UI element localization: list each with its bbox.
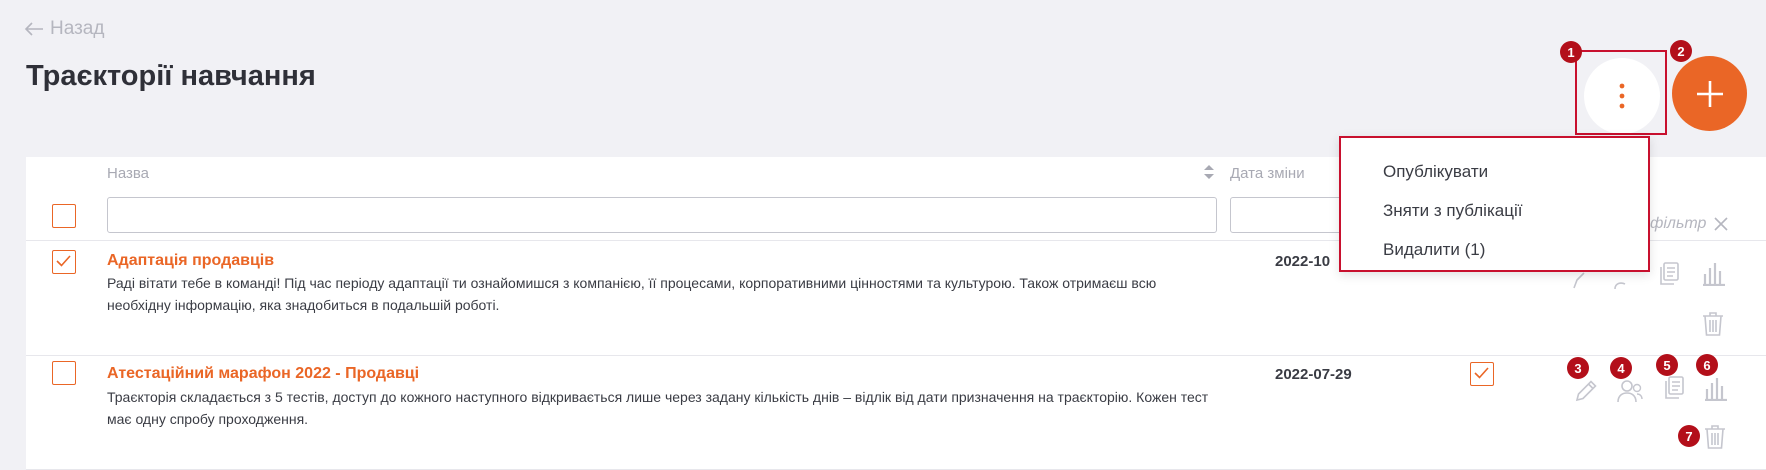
- page-title: Траєкторії навчання: [26, 60, 316, 92]
- row-date: 2022-07-29: [1275, 366, 1352, 383]
- trash-icon[interactable]: [1703, 424, 1727, 450]
- stats-icon[interactable]: [1700, 260, 1726, 286]
- add-trajectory-button[interactable]: [1672, 56, 1747, 131]
- row-description: Раді вітати тебе в команді! Під час пері…: [107, 275, 1157, 313]
- menu-item-unpublish[interactable]: Зняти з публікації: [1383, 201, 1522, 221]
- users-icon[interactable]: [1616, 378, 1644, 404]
- menu-item-publish[interactable]: Опублікувати: [1383, 162, 1488, 182]
- date-filter-input[interactable]: [1230, 197, 1342, 233]
- copy-icon[interactable]: [1662, 375, 1686, 401]
- callout-badge-6: 6: [1696, 354, 1718, 376]
- callout-badge-5: 5: [1656, 354, 1678, 376]
- callout-badge-3: 3: [1567, 357, 1589, 379]
- row-divider: [26, 355, 1766, 356]
- callout-badge-1: 1: [1560, 41, 1582, 63]
- row-checkbox[interactable]: [52, 250, 76, 274]
- callout-badge-7: 7: [1678, 425, 1700, 447]
- edit-icon[interactable]: [1570, 270, 1596, 290]
- stats-icon[interactable]: [1702, 375, 1728, 401]
- row-title[interactable]: Адаптація продавців: [107, 252, 274, 270]
- name-filter-input[interactable]: [107, 197, 1217, 233]
- check-icon: [1474, 367, 1489, 379]
- copy-icon[interactable]: [1657, 261, 1681, 287]
- row-date: 2022-10: [1275, 253, 1331, 270]
- sort-icon[interactable]: [1204, 165, 1214, 179]
- row-checkbox[interactable]: [52, 361, 76, 385]
- plus-icon: [1696, 80, 1723, 107]
- close-icon[interactable]: [1712, 215, 1730, 233]
- back-label: Назад: [50, 18, 105, 39]
- column-header-name: Назва: [107, 165, 150, 182]
- callout-badge-4: 4: [1610, 357, 1632, 379]
- edit-icon[interactable]: [1573, 378, 1599, 404]
- row-title[interactable]: Атестаційний марафон 2022 - Продавці: [107, 365, 419, 383]
- arrow-left-icon: [24, 22, 43, 36]
- check-icon: [56, 255, 71, 267]
- filter-label: фільтр: [1650, 215, 1707, 232]
- back-link[interactable]: Назад: [24, 18, 104, 40]
- trash-icon[interactable]: [1701, 311, 1725, 337]
- users-icon[interactable]: [1612, 272, 1640, 290]
- column-header-date: Дата зміни: [1230, 165, 1305, 182]
- actions-menu: Опублікувати Зняти з публікації Видалити…: [1339, 136, 1650, 272]
- select-all-checkbox[interactable]: [52, 204, 76, 228]
- published-checkbox[interactable]: [1470, 362, 1494, 386]
- more-actions-highlight: [1575, 50, 1667, 135]
- row-description: Траєкторія складається з 5 тестів, досту…: [107, 389, 1209, 427]
- callout-badge-2: 2: [1670, 40, 1692, 62]
- menu-item-delete[interactable]: Видалити (1): [1383, 240, 1485, 260]
